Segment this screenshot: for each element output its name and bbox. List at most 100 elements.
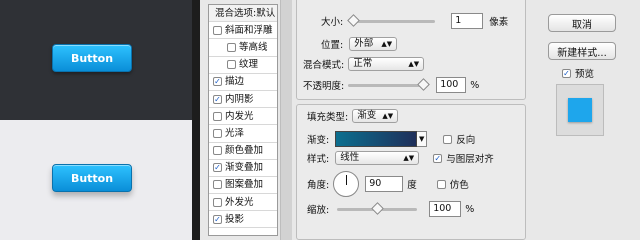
chevron-updown-icon: ▲▼ xyxy=(381,40,393,48)
position-label: 位置: xyxy=(321,40,344,51)
reverse-label: 反向 xyxy=(456,135,476,146)
angle-label: 角度: xyxy=(307,180,330,191)
dialog-edge xyxy=(192,0,200,240)
style-list-label: 内发光 xyxy=(225,110,254,122)
preview-label: 预览 xyxy=(575,69,595,80)
style-list-label: 内阴影 xyxy=(225,93,254,105)
style-list-item[interactable]: 内发光 xyxy=(209,108,277,126)
stroke-panel: 大小: 1 像素 位置: 外部 ▲▼ 混合模式: 正常 ▲▼ 不透明度: 100… xyxy=(296,0,526,100)
align-layer-label: 与图层对齐 xyxy=(446,154,494,165)
size-slider[interactable] xyxy=(347,13,436,27)
style-checkbox[interactable] xyxy=(227,60,236,70)
chevron-updown-icon: ▲▼ xyxy=(408,60,420,68)
preview-checkbox[interactable]: ✓ xyxy=(562,68,571,78)
opacity-slider-knob[interactable] xyxy=(417,77,431,91)
style-list-item[interactable]: 外发光 xyxy=(209,194,277,212)
fill-type-row: 填充类型: 渐变 ▲▼ xyxy=(307,109,399,123)
style-list-item[interactable]: 纹理 xyxy=(209,57,277,74)
chevron-updown-icon: ▲▼ xyxy=(403,154,415,162)
style-list-label: 描边 xyxy=(225,76,245,88)
position-select[interactable]: 外部 ▲▼ xyxy=(349,37,398,51)
cancel-button[interactable]: 取消 xyxy=(548,14,616,32)
style-checkbox[interactable]: ✓ xyxy=(213,163,222,173)
style-checkbox[interactable] xyxy=(213,128,222,138)
fill-type-select[interactable]: 渐变 ▲▼ xyxy=(352,109,399,123)
style-list-item[interactable]: ✓ 投影 xyxy=(209,211,277,229)
style-list-item[interactable]: 等高线 xyxy=(209,39,277,57)
style-checkbox[interactable] xyxy=(213,180,222,190)
style-list-item[interactable]: 颜色叠加 xyxy=(209,143,277,160)
demo-button-dark[interactable]: Button xyxy=(52,44,132,72)
style-checkbox[interactable]: ✓ xyxy=(213,77,222,87)
style-preview-box xyxy=(556,84,604,136)
style-checkbox[interactable] xyxy=(213,111,222,121)
style-checkbox[interactable]: ✓ xyxy=(213,94,222,104)
style-list-label: 混合选项:默认 xyxy=(215,7,276,19)
position-row: 位置: 外部 ▲▼ xyxy=(321,37,398,51)
style-list-label: 外发光 xyxy=(225,196,254,208)
style-list-item[interactable]: ✓ 渐变叠加 xyxy=(209,160,277,177)
style-list-label: 光泽 xyxy=(225,127,245,139)
style-list-label: 纹理 xyxy=(239,59,259,71)
styles-list: 混合选项:默认 斜面和浮雕 等高线 纹理 ✓ 描边 ✓ 内阴影 内发光 光泽 颜色叠加 ✓ 渐变叠加 图案… xyxy=(208,4,278,236)
scale-input[interactable]: 100 xyxy=(429,201,462,217)
style-list-label: 等高线 xyxy=(239,41,268,53)
layer-style-dialog: 混合选项:默认 斜面和浮雕 等高线 纹理 ✓ 描边 ✓ 内阴影 内发光 光泽 颜色叠加 ✓ 渐变叠加 图案… xyxy=(200,0,640,240)
style-checkbox[interactable] xyxy=(213,146,222,156)
scale-unit: % xyxy=(465,203,475,215)
style-list-item[interactable]: ✓ 内阴影 xyxy=(209,91,277,109)
style-checkbox[interactable] xyxy=(213,25,222,35)
gradient-dropdown[interactable]: ▼ xyxy=(417,131,428,147)
size-unit: 像素 xyxy=(489,17,509,28)
style-list-item[interactable]: 光泽 xyxy=(209,125,277,143)
new-style-button[interactable]: 新建样式... xyxy=(548,42,616,60)
style-checkbox[interactable]: ✓ xyxy=(213,214,222,224)
style-list-label: 投影 xyxy=(225,213,245,225)
style-list-item[interactable]: ✓ 描边 xyxy=(209,74,277,91)
light-preview-area: Button xyxy=(0,120,192,240)
fill-style-row: 样式: 线性 ▲▼ ✓ 与图层对齐 xyxy=(307,151,494,165)
opacity-label: 不透明度: xyxy=(303,81,345,92)
fill-style-select[interactable]: 线性 ▲▼ xyxy=(335,151,420,165)
style-list-item[interactable]: 混合选项:默认 xyxy=(209,5,277,23)
fill-style-label: 样式: xyxy=(307,154,330,165)
dither-checkbox[interactable] xyxy=(436,179,446,189)
reverse-checkbox[interactable] xyxy=(443,134,453,144)
style-list-label: 图案叠加 xyxy=(225,179,264,191)
blend-select[interactable]: 正常 ▲▼ xyxy=(348,57,425,71)
blend-row: 混合模式: 正常 ▲▼ xyxy=(303,57,425,71)
gradient-row: 渐变: ▼ 反向 xyxy=(307,131,475,147)
opacity-slider[interactable] xyxy=(348,77,431,91)
angle-dial[interactable] xyxy=(333,171,360,197)
fill-type-value: 渐变 xyxy=(357,110,377,121)
dark-preview-area: Button xyxy=(0,0,192,120)
blend-label: 混合模式: xyxy=(303,60,345,71)
style-list-item[interactable]: 图案叠加 xyxy=(209,177,277,195)
opacity-unit: % xyxy=(470,79,480,91)
size-input[interactable]: 1 xyxy=(451,13,484,29)
angle-input[interactable]: 90 xyxy=(365,176,404,192)
style-list-item[interactable]: 斜面和浮雕 xyxy=(209,22,277,40)
fill-type-label: 填充类型: xyxy=(307,112,349,123)
style-checkbox[interactable] xyxy=(213,197,222,207)
style-list-label: 渐变叠加 xyxy=(225,162,264,174)
scale-slider[interactable] xyxy=(337,201,418,215)
scale-row: 缩放: 100 % xyxy=(307,201,474,217)
styles-scrollbar[interactable] xyxy=(280,0,292,240)
gradient-swatch[interactable] xyxy=(335,131,418,147)
size-slider-knob[interactable] xyxy=(347,13,361,27)
blend-value: 正常 xyxy=(353,58,373,69)
scale-label: 缩放: xyxy=(307,205,330,216)
style-list-label: 颜色叠加 xyxy=(225,145,264,157)
opacity-input[interactable]: 100 xyxy=(436,77,467,93)
chevron-down-icon: ▼ xyxy=(419,135,425,143)
scale-slider-knob[interactable] xyxy=(370,201,384,215)
demo-button-light[interactable]: Button xyxy=(52,164,132,192)
style-list-label: 斜面和浮雕 xyxy=(225,24,273,36)
size-label: 大小: xyxy=(321,17,344,28)
angle-row: 角度: 90 度 仿色 xyxy=(307,171,469,197)
fill-style-value: 线性 xyxy=(340,152,360,163)
align-layer-checkbox[interactable]: ✓ xyxy=(433,153,443,163)
preview-row: ✓ 预览 xyxy=(562,66,594,80)
style-checkbox[interactable] xyxy=(227,42,236,52)
